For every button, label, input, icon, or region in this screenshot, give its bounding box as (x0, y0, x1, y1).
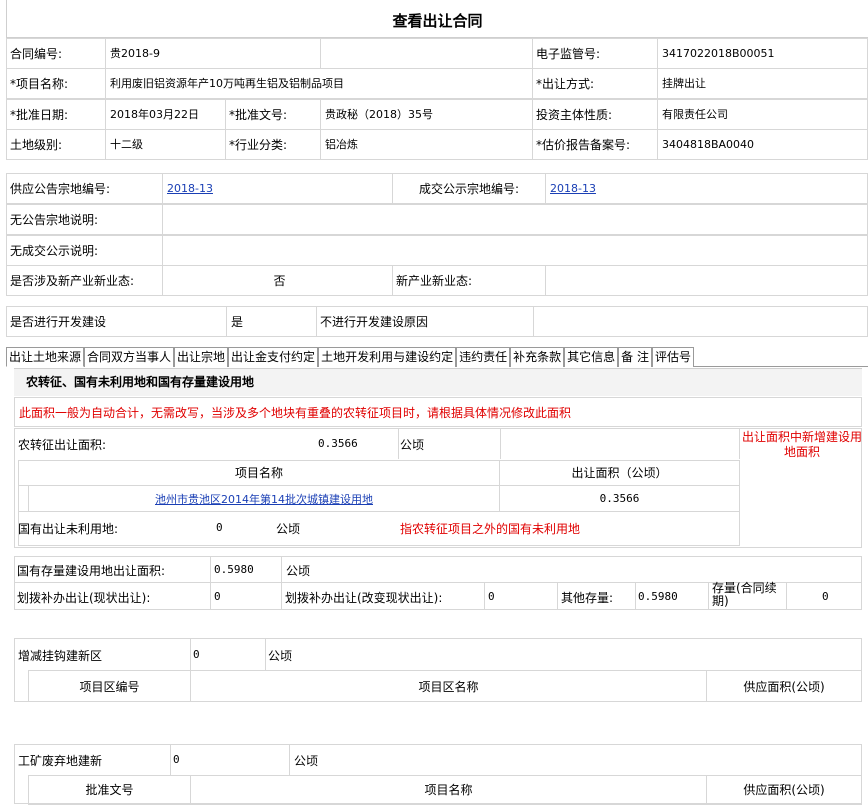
appraisal-value: 3404818BA0040 (657, 129, 868, 160)
new-industry-label: 是否涉及新产业新业态: (6, 265, 163, 296)
alloc-change-label: 划拨补办出让(改变现状出让): (285, 591, 443, 605)
col-transfer-area: 出让面积（公顷） (499, 460, 740, 486)
alloc-status-label: 划拨补办出让(现状出让): (17, 591, 151, 605)
hook-col-area-no: 项目区编号 (79, 680, 140, 694)
farm-area-label: 农转征出让面积: (18, 438, 107, 452)
stock-label: 国有存量建设用地出让面积: (17, 564, 166, 578)
project-name-value: 利用废旧铝资源年产10万吨再生铝及铝制品项目 (105, 68, 533, 99)
transfer-mode-label: *出让方式: (532, 68, 658, 99)
tab-parcel[interactable]: 出让宗地 (174, 347, 229, 367)
stock-divider (210, 557, 282, 582)
tab-remarks[interactable]: 备 注 (618, 347, 652, 367)
tab-bar: 出让土地来源 合同双方当事人 出让宗地 出让金支付约定 土地开发利用与建设约定 违约责任补… (6, 347, 868, 367)
renew-label: 存量(合同续期) (712, 581, 777, 608)
tab-development[interactable]: 土地开发利用与建设约定 (318, 347, 457, 367)
hook-value: 0 (193, 648, 200, 661)
land-level-value: 十二级 (105, 129, 226, 160)
col-project-name: 项目名称 (18, 460, 500, 486)
project-row-link[interactable]: 池州市贵池区2014年第14批次城镇建设用地 (155, 493, 373, 506)
approval-doc-label: *批准文号: (225, 99, 321, 130)
no-develop-reason-value (533, 306, 868, 337)
contract-no-label: 合同编号: (6, 38, 106, 69)
e-supervision-value: 3417022018B00051 (657, 38, 868, 69)
alloc-div-1 (210, 583, 282, 610)
hook-col-area-name: 项目区名称 (418, 680, 479, 694)
e-supervision-label: 电子监管号: (532, 38, 658, 69)
land-level-label: 土地级别: (6, 129, 106, 160)
approval-doc-value: 贵政秘（2018）35号 (320, 99, 533, 130)
mine-value-cell (170, 745, 290, 775)
industry-value: 铝冶炼 (320, 129, 533, 160)
other-stock-label: 其他存量: (561, 591, 614, 605)
farm-area-value: 0.3566 (318, 437, 358, 450)
mine-unit: 公顷 (294, 754, 319, 768)
project-name-label: *项目名称: (6, 68, 106, 99)
tab-payment[interactable]: 出让金支付约定 (228, 347, 319, 367)
stock-unit: 公顷 (286, 564, 311, 578)
tab-supplement[interactable]: 补充条款 (510, 347, 565, 367)
approval-date-value: 2018年03月22日 (105, 99, 226, 130)
develop-value: 是 (226, 306, 317, 337)
tab-land-source[interactable]: 出让土地来源 (6, 347, 85, 367)
deal-no-cell: 2018-13 (545, 173, 868, 204)
new-industry-type-value (545, 265, 868, 296)
investor-type-label: 投资主体性质: (532, 99, 658, 130)
alloc-div-3 (635, 583, 709, 610)
approval-date-label: *批准日期: (6, 99, 106, 130)
deal-no-link[interactable]: 2018-13 (550, 182, 596, 195)
blank-divider (500, 429, 740, 459)
project-row-name-cell: 池州市贵池区2014年第14批次城镇建设用地 (28, 485, 500, 512)
no-deal-value (162, 235, 868, 266)
hook-label: 增减挂钩建新区 (18, 649, 103, 663)
tab-other-info[interactable]: 其它信息 (564, 347, 619, 367)
mine-label: 工矿废弃地建新 (18, 754, 103, 768)
supply-no-link[interactable]: 2018-13 (167, 182, 213, 195)
mine-col-supply-area: 供应面积(公顷) (743, 783, 825, 797)
hook-unit: 公顷 (268, 649, 293, 663)
supply-no-label: 供应公告宗地编号: (6, 173, 163, 204)
deal-no-label: 成交公示宗地编号: (392, 173, 546, 204)
page-title: 查看出让合同 (6, 0, 868, 38)
mine-col-project-name: 项目名称 (424, 783, 473, 797)
no-notice-value (162, 204, 868, 235)
panel-heading: 农转征、国有未利用地和国有存量建设用地 (14, 368, 862, 396)
no-deal-label: 无成交公示说明: (6, 235, 163, 266)
investor-type-value: 有限责任公司 (657, 99, 868, 130)
new-industry-value: 否 (162, 265, 393, 296)
project-row-area: 0.3566 (499, 485, 740, 512)
hook-col-supply-area: 供应面积(公顷) (743, 680, 825, 694)
tab-appraisal-no[interactable]: 评估号 (651, 347, 694, 367)
industry-label: *行业分类: (225, 129, 321, 160)
empty-cell (320, 38, 533, 69)
no-notice-label: 无公告宗地说明: (6, 204, 163, 235)
renew-value: 0 (822, 590, 829, 603)
unit-divider (398, 429, 501, 459)
new-industry-type-label: 新产业新业态: (392, 265, 546, 296)
tab-liability[interactable]: 违约责任 (456, 347, 511, 367)
mine-value: 0 (173, 753, 180, 766)
tab-parties[interactable]: 合同双方当事人 (84, 347, 175, 367)
unused-row (18, 512, 740, 546)
new-build-note: 出让面积中新增建设用地面积 (742, 430, 863, 459)
no-develop-reason-label: 不进行开发建设原因 (316, 306, 534, 337)
appraisal-label: *估价报告备案号: (532, 129, 658, 160)
contract-no-value: 贵2018-9 (105, 38, 321, 69)
develop-label: 是否进行开发建设 (6, 306, 227, 337)
transfer-mode-value: 挂牌出让 (657, 68, 868, 99)
alloc-div-4 (786, 583, 787, 610)
alloc-div-2 (484, 583, 558, 610)
mine-col-approval-no: 批准文号 (85, 783, 134, 797)
supply-no-cell: 2018-13 (162, 173, 393, 204)
notice-row: 此面积一般为自动合计，无需改写，当涉及多个地块有重叠的农转征项目时，请根据具体情… (14, 397, 862, 427)
area-notice: 此面积一般为自动合计，无需改写，当涉及多个地块有重叠的农转征项目时，请根据具体情… (19, 406, 572, 420)
hook-value-cell (190, 639, 266, 670)
